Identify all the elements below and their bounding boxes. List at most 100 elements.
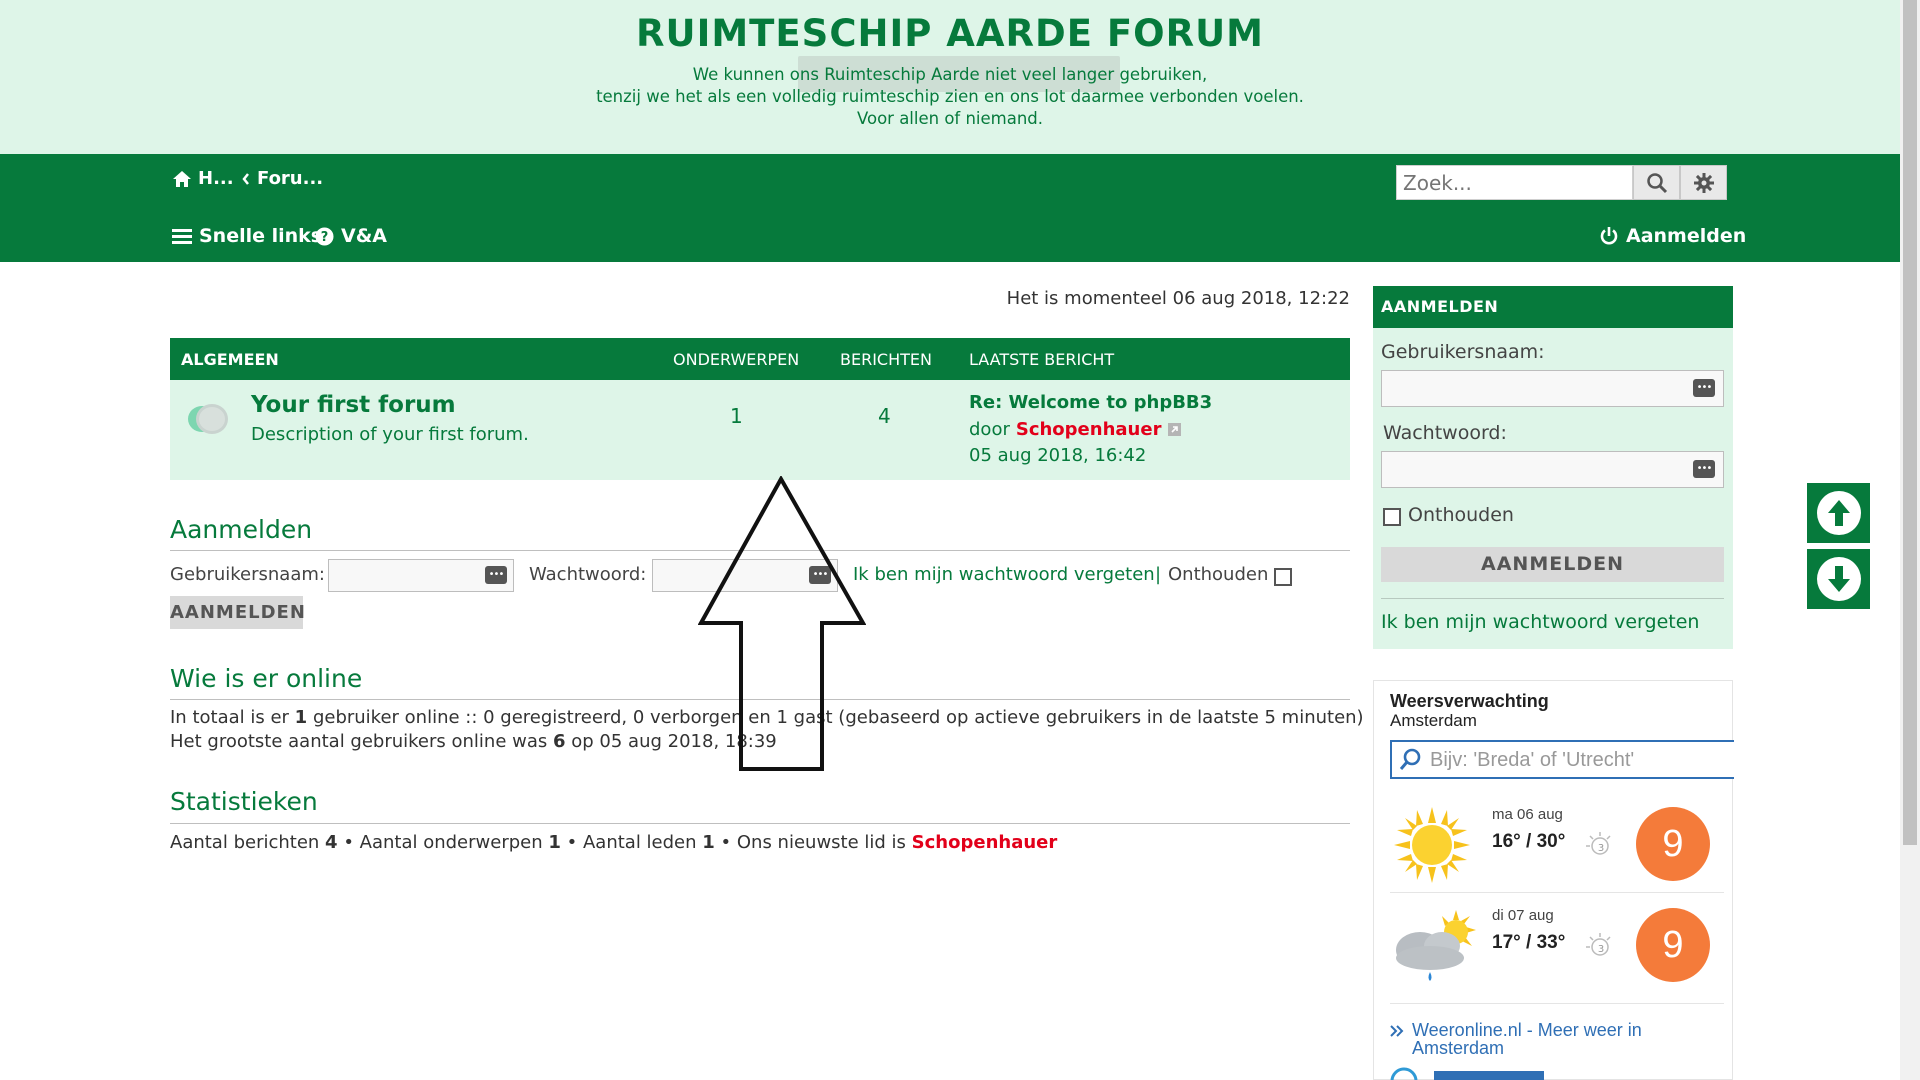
- posts-column-header: BERICHTEN: [840, 350, 932, 369]
- stats-topics-value: 1: [548, 832, 561, 853]
- arrow-down-circle-icon: [1816, 557, 1861, 601]
- weather-score-badge: 9: [1636, 807, 1710, 881]
- weather-temperatures: 17° / 33°: [1492, 932, 1566, 953]
- up-arrow-annotation: [698, 476, 866, 771]
- last-post-author-line: door Schopenhauer: [969, 419, 1182, 440]
- forum-posts-count: 4: [878, 404, 891, 428]
- navbar: H... Foru... Snelle links ? V&A Aanmelde…: [0, 154, 1900, 262]
- sidebar-password-input[interactable]: •••: [1381, 451, 1724, 488]
- question-circle-icon: ?: [315, 227, 334, 245]
- sidebar-remember-checkbox[interactable]: [1383, 508, 1401, 526]
- login-link-label: Aanmelden: [1626, 225, 1747, 247]
- stats-members-value: 1: [702, 832, 715, 853]
- category-header[interactable]: ALGEMEEN: [181, 350, 279, 369]
- last-post-author-link[interactable]: Schopenhauer: [1016, 419, 1162, 440]
- stats-line: Aantal berichten 4 • Aantal onderwerpen …: [170, 832, 1057, 853]
- stats-topics-label: • Aantal onderwerpen: [343, 832, 543, 853]
- site-tagline: We kunnen ons Ruimteschip Aarde niet vee…: [0, 64, 1900, 130]
- section-divider: [170, 823, 1350, 824]
- sidebar-login-header: AANMELDEN: [1373, 286, 1733, 328]
- inline-username-input[interactable]: •••: [328, 559, 514, 592]
- inline-remember-label: Onthouden: [1168, 564, 1269, 585]
- sidebar-username-input[interactable]: •••: [1381, 370, 1724, 407]
- svg-text:?: ?: [321, 230, 329, 245]
- sun-icon: [1394, 807, 1470, 883]
- last-post-title-link[interactable]: Re: Welcome to phpBB3: [969, 392, 1212, 413]
- tagline-line-3: Voor allen of niemand.: [856, 109, 1044, 128]
- topics-column-header: ONDERWERPEN: [673, 350, 800, 369]
- power-icon: [1600, 227, 1618, 245]
- weeronline-link-line-2: Amsterdam: [1412, 1038, 1505, 1058]
- sidebar-login-button[interactable]: AANMELDEN: [1381, 547, 1724, 582]
- tagline-line-1: We kunnen ons Ruimteschip Aarde niet vee…: [692, 65, 1208, 84]
- site-header: RUIMTESCHIP AARDE FORUM We kunnen ons Ru…: [0, 0, 1900, 154]
- stats-newest-member-link[interactable]: Schopenhauer: [912, 832, 1058, 853]
- arrow-up-circle-icon: [1816, 491, 1861, 535]
- breadcrumb-forum[interactable]: Foru...: [241, 168, 323, 189]
- search-icon: [1646, 172, 1667, 193]
- online-total-prefix: In totaal is er: [170, 707, 289, 728]
- login-link[interactable]: Aanmelden: [1599, 225, 1746, 247]
- online-section-title: Wie is er online: [170, 664, 363, 693]
- scroll-to-bottom-button[interactable]: [1807, 549, 1870, 609]
- password-manager-icon[interactable]: •••: [1693, 379, 1715, 397]
- faq-label: V&A: [341, 225, 387, 247]
- scroll-to-top-button[interactable]: [1807, 483, 1870, 543]
- search-button[interactable]: [1633, 165, 1680, 200]
- gear-icon: [1693, 172, 1714, 193]
- weather-widget: Weersverwachting Amsterdam Bijv: 'Breda'…: [1373, 680, 1734, 1080]
- weather-search-input[interactable]: Bijv: 'Breda' of 'Utrecht': [1390, 740, 1734, 779]
- sun-strength-icon: 3: [1586, 832, 1611, 855]
- current-date: Het is momenteel 06 aug 2018, 12:22: [1006, 288, 1350, 309]
- stats-members-label: • Aantal leden: [566, 832, 697, 853]
- sun-strength-icon: 3: [1586, 933, 1611, 956]
- breadcrumb-forum-label: Foru...: [257, 168, 324, 189]
- view-latest-post-icon[interactable]: [1167, 422, 1182, 437]
- stats-posts-label: Aantal berichten: [170, 832, 320, 853]
- scrollbar-thumb[interactable]: [1903, 0, 1917, 845]
- sidebar-login-panel: AANMELDEN Gebruikersnaam: ••• Wachtwoord…: [1373, 286, 1733, 649]
- inline-login-button[interactable]: AANMELDEN: [170, 596, 305, 629]
- weeronline-logo: [1390, 1067, 1544, 1080]
- sidebar-divider: [1381, 598, 1724, 599]
- inline-password-label: Wachtwoord:: [529, 564, 647, 585]
- quick-links-menu[interactable]: Snelle links: [172, 225, 322, 247]
- forum-title-link[interactable]: Your first forum: [251, 392, 456, 418]
- search-input[interactable]: [1396, 165, 1633, 200]
- forum-topics-count: 1: [730, 404, 743, 428]
- tagline-line-2: tenzij we het als een volledig ruimtesch…: [596, 87, 1304, 106]
- last-post-column-header: LAATSTE BERICHT: [969, 350, 1115, 369]
- site-title[interactable]: RUIMTESCHIP AARDE FORUM: [0, 12, 1900, 55]
- inline-forgot-password-link[interactable]: Ik ben mijn wachtwoord vergeten: [853, 564, 1155, 585]
- weather-day-label: ma 06 aug: [1492, 806, 1563, 823]
- inline-remember-checkbox[interactable]: [1274, 568, 1292, 586]
- weather-day: ma 06 aug 16° / 30° 3 9: [1390, 793, 1724, 893]
- forum-table: ALGEMEEN ONDERWERPEN BERICHTEN LAATSTE B…: [170, 338, 1350, 480]
- home-icon: [173, 170, 191, 187]
- weather-day: di 07 aug 17° / 33° 3 9: [1390, 894, 1724, 1004]
- login-section-title: Aanmelden: [170, 515, 313, 544]
- chevron-left-icon: [242, 172, 249, 185]
- password-manager-icon[interactable]: •••: [1693, 460, 1715, 478]
- forum-description: Description of your first forum.: [251, 424, 529, 445]
- online-record-line: Het grootste aantal gebruikers online wa…: [170, 731, 777, 752]
- password-manager-icon[interactable]: •••: [485, 566, 507, 584]
- online-total-count: 1: [294, 707, 308, 728]
- weather-temperatures: 16° / 30°: [1492, 831, 1566, 852]
- faq-link[interactable]: ? V&A: [315, 225, 387, 247]
- weather-search-placeholder: Bijv: 'Breda' of 'Utrecht': [1430, 749, 1635, 771]
- weather-city: Amsterdam: [1390, 711, 1477, 730]
- stats-newest-label: • Ons nieuwste lid is: [720, 832, 906, 853]
- breadcrumb-home-label: H...: [198, 168, 234, 189]
- hamburger-icon: [172, 229, 192, 244]
- sidebar-forgot-password-link[interactable]: Ik ben mijn wachtwoord vergeten: [1381, 611, 1699, 633]
- sidebar-username-label: Gebruikersnaam:: [1381, 341, 1545, 363]
- sidebar-password-label: Wachtwoord:: [1383, 422, 1507, 444]
- vertical-scrollbar[interactable]: [1900, 0, 1920, 1080]
- weather-day-label: di 07 aug: [1492, 907, 1554, 924]
- inline-username-label: Gebruikersnaam:: [170, 564, 325, 585]
- weather-score-badge: 9: [1636, 908, 1710, 982]
- last-post-date: 05 aug 2018, 16:42: [969, 445, 1147, 466]
- advanced-search-button[interactable]: [1680, 165, 1727, 200]
- breadcrumb-home[interactable]: H...: [172, 168, 234, 189]
